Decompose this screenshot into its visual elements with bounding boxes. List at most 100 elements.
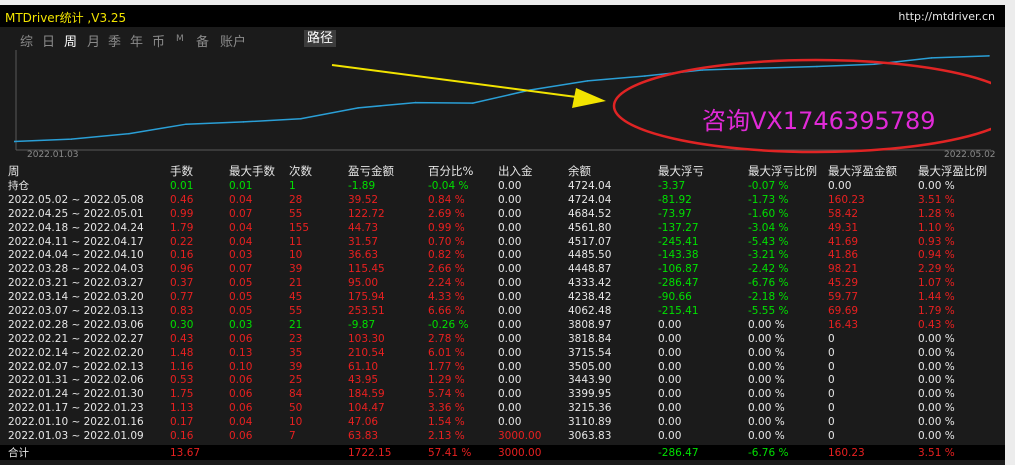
tab-9[interactable]: 账户: [220, 31, 246, 50]
cell-10: 16.43: [828, 318, 859, 331]
cell-3: 11: [289, 235, 303, 248]
cell-2: 0.06: [229, 430, 253, 443]
tab-4[interactable]: 季: [108, 31, 121, 50]
cell-6: 0.00: [498, 207, 522, 220]
cell-8: -245.41: [658, 235, 699, 248]
cell-6: 0.00: [498, 402, 522, 415]
cell-11: 0.00 %: [918, 360, 955, 373]
cell-8: 0.00: [658, 360, 682, 373]
title-bar: MTDriver统计 ,V3.25 http://mtdriver.cn: [0, 5, 1005, 27]
balance-point: [873, 63, 876, 66]
table-row: 2022.03.07 ~ 2022.03.13 0.83 0.05 55 253.51 6…: [0, 304, 1005, 318]
cell-0: 周: [8, 164, 20, 178]
cell-0: 2022.02.07 ~ 2022.02.13: [8, 360, 144, 373]
cell-2: 0.07: [229, 207, 253, 220]
tab-0[interactable]: 综: [20, 31, 33, 50]
tab-8[interactable]: 备: [196, 31, 209, 50]
table-row: 2022.02.21 ~ 2022.02.27 0.43 0.06 23 103.30 2…: [0, 332, 1005, 346]
cell-9: -1.60 %: [748, 207, 789, 220]
cell-6: 0.00: [498, 332, 522, 345]
annotation-arrow-head: [572, 88, 606, 108]
table-row: 2022.04.18 ~ 2022.04.24 1.79 0.04 155 44.73 0…: [0, 221, 1005, 235]
cell-5: 2.69 %: [428, 207, 465, 220]
cell-9: 0.00 %: [748, 430, 785, 443]
cell-4: -9.87: [348, 318, 376, 331]
cell-2: 0.01: [229, 180, 253, 192]
cell-7: 3063.83: [568, 430, 612, 443]
balance-point: [988, 55, 990, 57]
cell-6: 3000.00: [498, 447, 542, 459]
cell-1: 1.48: [170, 346, 194, 359]
cell-6: 0.00: [498, 416, 522, 429]
cell-4: 175.94: [348, 291, 385, 304]
tab-5[interactable]: 年: [130, 31, 143, 50]
cell-3: 25: [289, 374, 303, 387]
cell-1: 0.01: [170, 180, 194, 192]
cell-10: 0: [828, 416, 835, 429]
cell-4: 44.73: [348, 221, 379, 234]
cell-6: 0.00: [498, 388, 522, 401]
tab-7[interactable]: M: [176, 34, 184, 44]
balance-point: [70, 138, 73, 140]
cell-9: -3.21 %: [748, 249, 789, 262]
cell-7: 余额: [568, 164, 591, 178]
balance-point: [185, 123, 187, 125]
cell-1: 1.79: [170, 221, 194, 234]
cell-8: -90.66: [658, 291, 692, 304]
cell-5: 2.24 %: [428, 277, 465, 290]
path-button[interactable]: 路径: [304, 30, 336, 47]
website-link[interactable]: http://mtdriver.cn: [898, 10, 995, 23]
period-tabs: 综日周月季年币 M 备账户: [0, 29, 1005, 50]
tab-1[interactable]: 日: [42, 31, 55, 50]
cell-0: 2022.01.03 ~ 2022.01.09: [8, 430, 144, 443]
cell-1: 0.17: [170, 416, 194, 429]
cell-9: -3.04 %: [748, 221, 789, 234]
cell-5: 5.74 %: [428, 388, 465, 401]
balance-point: [472, 102, 474, 104]
cell-10: 0: [828, 402, 835, 415]
cell-10: 69.69: [828, 305, 859, 318]
cell-2: 0.07: [229, 263, 253, 276]
cell-9: -2.42 %: [748, 263, 789, 276]
tab-3[interactable]: 月: [87, 31, 100, 50]
cell-0: 2022.01.17 ~ 2022.01.23: [8, 402, 144, 415]
cell-11: 0.00 %: [918, 402, 955, 415]
cell-3: 21: [289, 277, 303, 290]
cell-11: 0.00 %: [918, 346, 955, 359]
tab-2[interactable]: 周: [64, 31, 77, 50]
cell-4: 210.54: [348, 346, 385, 359]
cell-7: 4448.87: [568, 263, 612, 276]
cell-8: 0.00: [658, 346, 682, 359]
cell-3: 28: [289, 193, 303, 206]
cell-1: 0.22: [170, 235, 194, 248]
cell-2: 0.06: [229, 388, 253, 401]
cell-5: -0.04 %: [428, 180, 469, 192]
cell-1: 13.67: [170, 447, 201, 459]
cell-10: 58.42: [828, 207, 859, 220]
cell-10: 41.86: [828, 249, 859, 262]
cell-8: -286.47: [658, 447, 699, 459]
cell-6: 0.00: [498, 193, 522, 206]
cell-7: 3110.89: [568, 416, 612, 429]
cell-4: 184.59: [348, 388, 385, 401]
balance-point: [816, 65, 818, 68]
cell-10: 0: [828, 346, 835, 359]
cell-3: 84: [289, 388, 303, 401]
table-row: 2022.03.14 ~ 2022.03.20 0.77 0.05 45 175.94 4…: [0, 290, 1005, 304]
cell-9: 0.00 %: [748, 332, 785, 345]
cell-2: 0.04: [229, 221, 253, 234]
cell-5: 1.77 %: [428, 360, 465, 373]
cell-4: 122.72: [348, 207, 385, 220]
table-row: 2022.03.21 ~ 2022.03.27 0.37 0.05 21 95.00 2.…: [0, 276, 1005, 290]
balance-point: [644, 75, 646, 77]
cell-3: 35: [289, 346, 303, 359]
cell-8: 0.00: [658, 430, 682, 443]
cell-6: 0.00: [498, 360, 522, 373]
tab-6[interactable]: 币: [152, 31, 165, 50]
cell-7: 3443.90: [568, 374, 612, 387]
cell-4: 盈亏金额: [348, 164, 394, 178]
cell-3: 55: [289, 207, 303, 220]
total-row: 合计 13.67 1722.15 57.41 % 3000.00 -286.47 -6.76…: [0, 445, 1005, 460]
cell-4: 95.00: [348, 277, 379, 290]
cell-4: 104.47: [348, 402, 385, 415]
